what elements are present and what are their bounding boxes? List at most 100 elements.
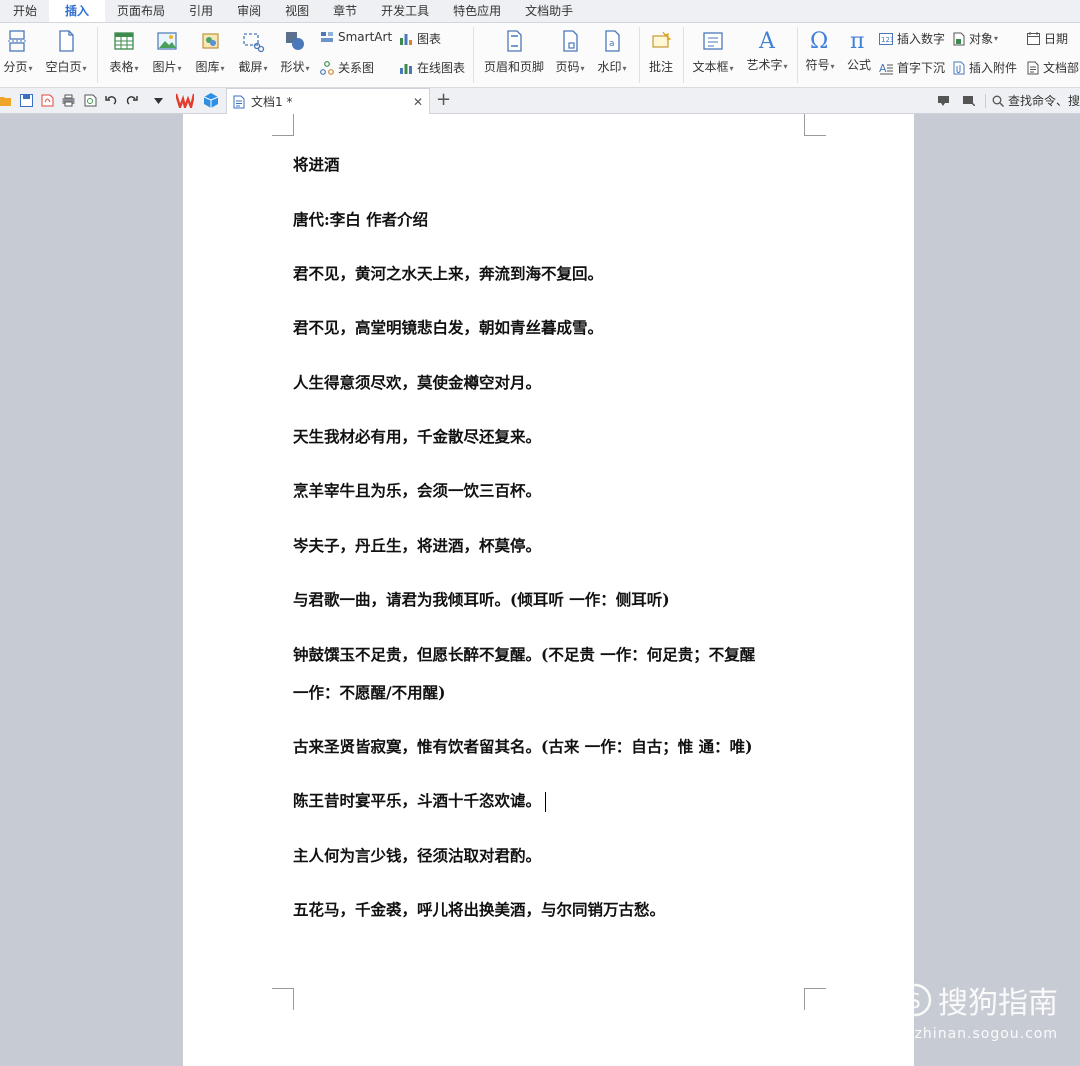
- page-break-button[interactable]: 分页▾: [0, 29, 36, 75]
- chevron-down-icon: ▾: [134, 64, 139, 73]
- wps-logo-icon[interactable]: [176, 93, 194, 108]
- page-number-button[interactable]: 页码▾: [551, 29, 589, 75]
- document-parts-icon: [1027, 61, 1039, 74]
- screenshot-button[interactable]: 截屏▾: [234, 29, 272, 75]
- insert-attachment-button[interactable]: 插入附件: [953, 59, 1017, 76]
- divider: [639, 27, 640, 83]
- tab-review[interactable]: 审阅: [225, 0, 273, 22]
- tab-view[interactable]: 视图: [273, 0, 321, 22]
- relationship-diagram-button[interactable]: 关系图: [320, 59, 374, 76]
- object-icon: [953, 32, 965, 45]
- poem-line: 五花马，千金裘，呼儿将出换美酒，与尔同销万古愁。: [293, 900, 666, 919]
- pi-icon: π: [850, 29, 864, 53]
- header-footer-icon: [507, 30, 522, 52]
- omega-icon: Ω: [810, 29, 828, 53]
- shapes-button[interactable]: 形状▾: [276, 29, 314, 75]
- close-tab-icon[interactable]: ✕: [413, 95, 423, 109]
- document-tab-title: 文档1 *: [251, 95, 293, 109]
- sogou-logo-icon: S: [898, 983, 932, 1017]
- chevron-down-icon: ▾: [783, 62, 788, 71]
- poem-line: 人生得意须尽欢，莫使金樽空对月。: [293, 373, 542, 392]
- chevron-down-icon: ▾: [729, 64, 734, 73]
- command-search[interactable]: 查找命令、搜: [937, 88, 1080, 114]
- online-chart-button[interactable]: 在线图表: [399, 59, 465, 76]
- undo-icon[interactable]: [105, 94, 117, 106]
- divider: [473, 27, 474, 83]
- date-button[interactable]: 日期: [1027, 30, 1068, 47]
- poem-line-current: 陈王昔时宴平乐，斗酒十千恣欢谑。: [293, 789, 547, 812]
- header-footer-button[interactable]: 页眉和页脚: [480, 29, 548, 75]
- customize-dropdown-icon[interactable]: [154, 98, 163, 104]
- svg-text:Ω: Ω: [810, 29, 828, 53]
- search-icon: [992, 95, 1004, 107]
- tab-doc-assistant[interactable]: 文档助手: [513, 0, 585, 22]
- cloud-box-icon[interactable]: [204, 93, 218, 108]
- tab-start[interactable]: 开始: [0, 0, 49, 22]
- chevron-down-icon: ▾: [82, 64, 87, 73]
- wordart-icon: A: [758, 29, 776, 53]
- svg-text:123: 123: [881, 36, 893, 44]
- formula-button[interactable]: π 公式: [842, 27, 876, 73]
- margin-mark-bottom-right: [804, 988, 826, 1010]
- tab-references[interactable]: 引用: [177, 0, 225, 22]
- print-icon[interactable]: [62, 94, 75, 107]
- poem-line: 天生我材必有用，千金散尽还复来。: [293, 427, 542, 446]
- document-icon: [233, 95, 245, 108]
- number-icon: 123: [879, 32, 893, 45]
- sogou-watermark: S 搜狗指南 zhinan.sogou.com: [898, 978, 1058, 1042]
- document-parts-button[interactable]: 文档部: [1027, 59, 1079, 76]
- margin-mark-top-left: [272, 114, 294, 136]
- poem-line: 烹羊宰牛且为乐，会须一饮三百杯。: [293, 481, 542, 500]
- divider: [683, 27, 684, 83]
- print-preview-icon[interactable]: [84, 94, 97, 107]
- text-cursor: [545, 792, 547, 812]
- comment-icon: [652, 31, 672, 48]
- insert-number-button[interactable]: 123 插入数字: [879, 30, 945, 47]
- tab-page-layout[interactable]: 页面布局: [105, 0, 177, 22]
- poem-line: 君不见，高堂明镜悲白发，朝如青丝暮成雪。: [293, 318, 604, 337]
- online-chart-icon: [400, 63, 412, 74]
- symbol-button[interactable]: Ω 符号▾: [801, 27, 839, 73]
- gallery-icon: [202, 33, 219, 49]
- chevron-down-icon: ▾: [830, 62, 835, 71]
- textbox-button[interactable]: 文本框▾: [689, 29, 737, 75]
- open-folder-icon[interactable]: [0, 94, 12, 107]
- chart-button[interactable]: 图表: [399, 30, 441, 47]
- watermark-brand: 搜狗指南: [938, 986, 1058, 1021]
- wordart-button[interactable]: A 艺术字▾: [742, 27, 792, 73]
- blank-page-button[interactable]: 空白页▾: [42, 29, 90, 75]
- smartart-button[interactable]: SmartArt: [320, 30, 392, 44]
- share-icon[interactable]: [962, 96, 975, 106]
- comment-panel-icon[interactable]: [937, 96, 949, 106]
- tab-special[interactable]: 特色应用: [441, 0, 513, 22]
- comment-button[interactable]: 批注: [645, 29, 677, 75]
- export-pdf-icon[interactable]: [41, 94, 54, 107]
- page-break-icon: [8, 30, 28, 52]
- poem-line: 钟鼓馔玉不足贵，但愿长醉不复醒。(不足贵 一作：何足贵；不复醒: [293, 645, 756, 664]
- svg-text:a: a: [609, 39, 615, 49]
- document-page[interactable]: 将进酒 唐代:李白 作者介绍 君不见，黄河之水天上来，奔流到海不复回。 君不见，…: [183, 114, 914, 1066]
- redo-icon[interactable]: [126, 94, 138, 106]
- drop-cap-button[interactable]: A 首字下沉: [879, 59, 945, 76]
- document-tab[interactable]: 文档1 * ✕: [226, 88, 430, 114]
- tab-section[interactable]: 章节: [321, 0, 369, 22]
- chevron-down-icon: ▾: [994, 34, 999, 43]
- picture-button[interactable]: 图片▾: [148, 29, 186, 75]
- chart-icon: [400, 33, 412, 45]
- chevron-down-icon: ▾: [177, 64, 182, 73]
- new-tab-icon[interactable]: +: [436, 89, 451, 110]
- command-search-placeholder: 查找命令、搜: [1007, 94, 1080, 108]
- table-button[interactable]: 表格▾: [105, 29, 143, 75]
- watermark-button[interactable]: a 水印▾: [593, 29, 631, 75]
- gallery-button[interactable]: 图库▾: [191, 29, 229, 75]
- chevron-down-icon: ▾: [263, 64, 268, 73]
- margin-mark-bottom-left: [272, 988, 294, 1010]
- save-icon[interactable]: [20, 94, 33, 107]
- chevron-down-icon: ▾: [305, 64, 310, 73]
- tab-developer[interactable]: 开发工具: [369, 0, 441, 22]
- chevron-down-icon: ▾: [220, 64, 225, 73]
- chevron-down-icon: ▾: [28, 64, 33, 73]
- tab-insert[interactable]: 插入: [49, 0, 106, 22]
- watermark-icon: a: [605, 30, 620, 52]
- object-button[interactable]: 对象 ▾: [953, 30, 998, 47]
